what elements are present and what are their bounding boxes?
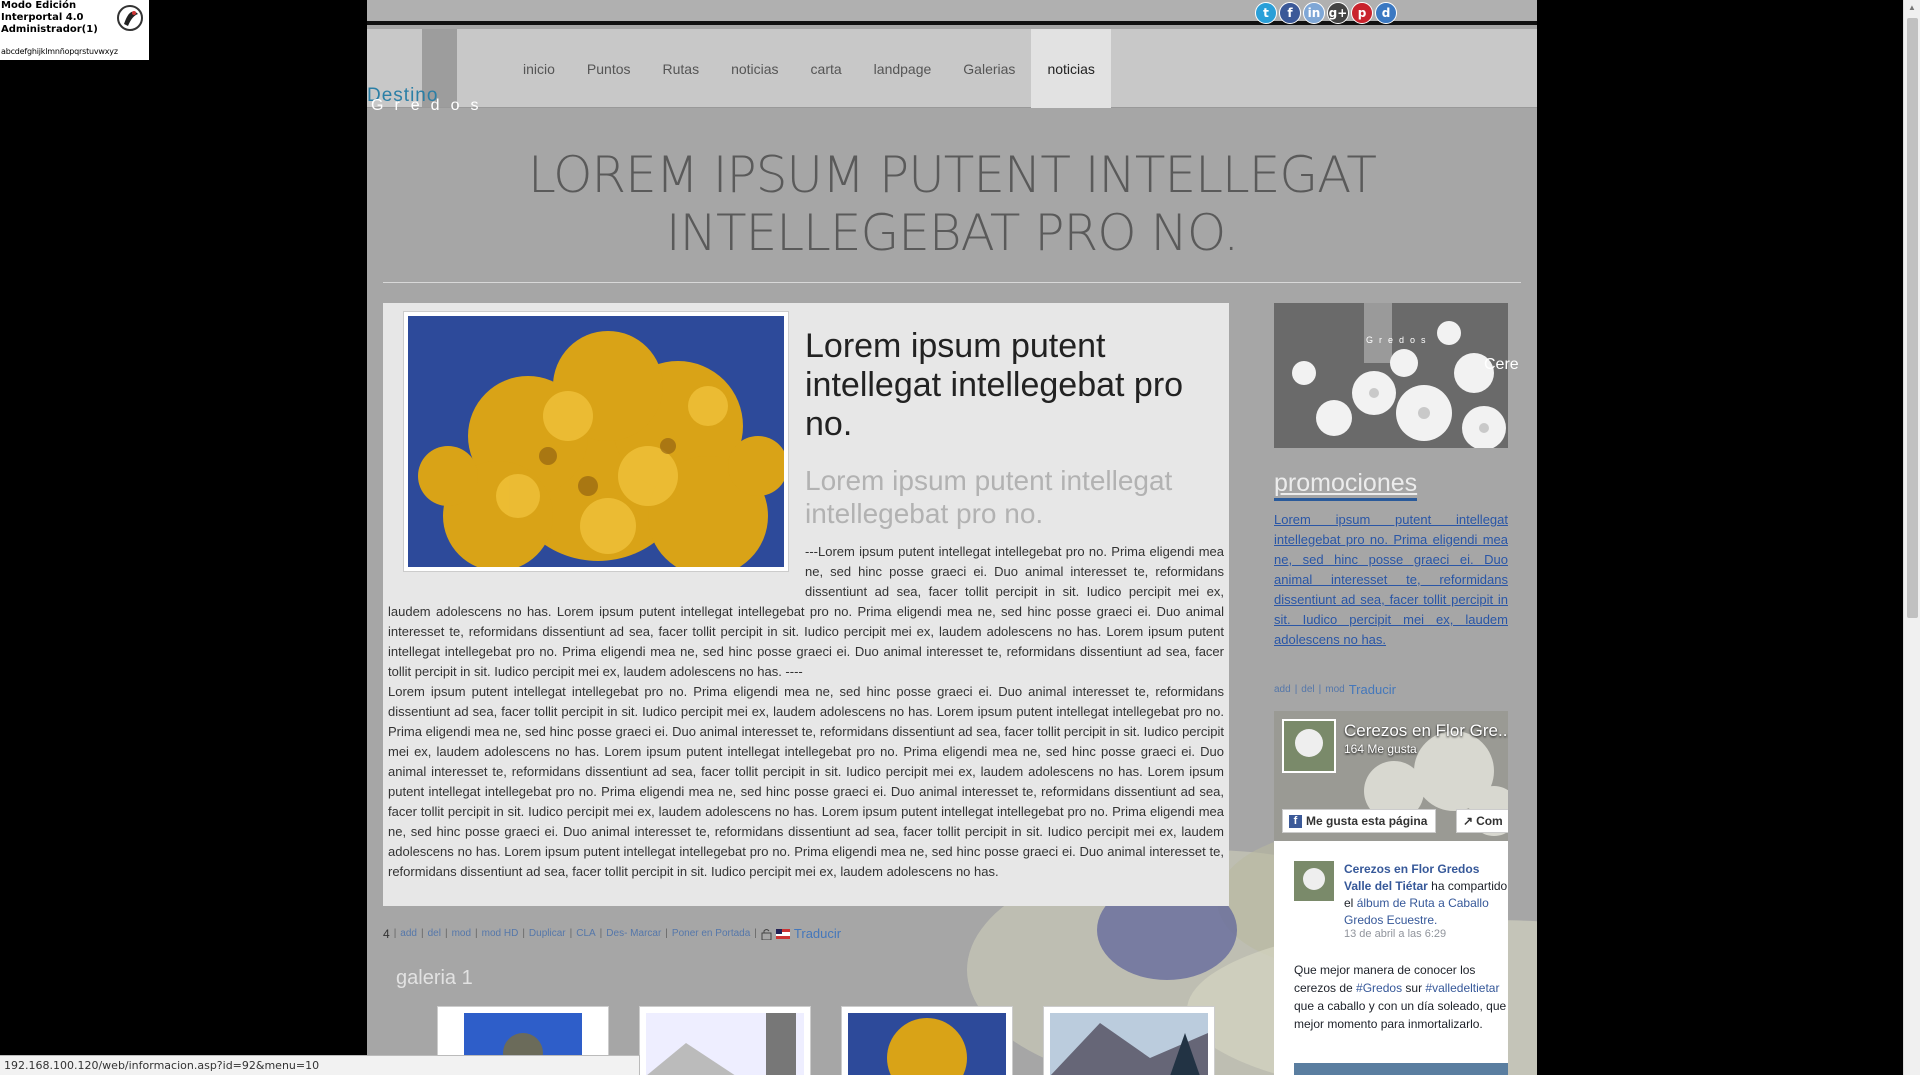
gallery-title: galeria 1 [396, 967, 473, 989]
tool-duplicar-link[interactable]: Duplicar [529, 928, 566, 939]
fb-post-avatar[interactable] [1294, 861, 1334, 901]
fb-share-button[interactable]: ↗ Com [1456, 809, 1508, 833]
fb-hashtag-valledeltietar[interactable]: #valledeltietar [1425, 981, 1499, 995]
gallery-thumb-2[interactable] [639, 1006, 811, 1075]
fb-post-text: Que mejor manera de conocer los cerezos … [1294, 961, 1508, 1033]
cherry-blossom-image: Gredos [1274, 303, 1508, 450]
promo-heading[interactable]: promociones [1274, 468, 1418, 501]
promo-tools: add | del | mod Traducir [1274, 682, 1396, 697]
menu-item-galerias[interactable]: Galerias [947, 29, 1031, 108]
promo-mod-link[interactable]: mod [1325, 684, 1344, 695]
fb-post-date[interactable]: 13 de abril a las 6:29 [1344, 928, 1446, 940]
banner-caption: Cere [1484, 356, 1519, 373]
scroll-up-icon[interactable]: ▲ [1908, 3, 1916, 12]
fb-share-label: Com [1476, 814, 1503, 828]
fb-page-avatar[interactable] [1282, 719, 1336, 773]
gallery-image-4 [1050, 1013, 1208, 1075]
article-image[interactable] [403, 311, 789, 576]
menu-list: inicio Puntos Rutas noticias carta landp… [507, 29, 1111, 108]
gallery-image-2 [646, 1013, 804, 1075]
fb-post-text-2: sur [1402, 981, 1426, 995]
article-tools: 4 | add | del | mod | mod HD | Duplicar | CLA |… [383, 926, 842, 941]
svg-text:Gredos: Gredos [1366, 335, 1432, 345]
twitter-icon[interactable]: t [1255, 2, 1277, 24]
sidebar-banner[interactable]: Gredos Cere [1274, 303, 1519, 450]
share-icon: ↗ [1463, 814, 1474, 828]
article-card: Lorem ipsum putent intellegat intellegeb… [383, 303, 1229, 906]
menu-item-rutas[interactable]: Rutas [647, 29, 716, 108]
promo-translate-link[interactable]: Traducir [1349, 682, 1396, 697]
gallery-thumb-4[interactable] [1043, 1006, 1215, 1075]
tool-modhd-link[interactable]: mod HD [482, 928, 519, 939]
tool-desmarcar-link[interactable]: Des- Marcar [606, 928, 661, 939]
fb-like-count: 164 Me gusta [1344, 742, 1417, 756]
promo-add-link[interactable]: add [1274, 684, 1291, 695]
fb-page-name[interactable]: Cerezos en Flor Gre... [1344, 721, 1508, 741]
image-spacer [388, 542, 805, 602]
alphabet-filter[interactable]: abcdefghijklmnñopqrstuvwxyz [1, 47, 118, 56]
scrollbar-thumb[interactable] [1907, 18, 1918, 618]
top-bar: t f in g+ p d [367, 0, 1537, 25]
facebook-widget: Cerezos en Flor Gre... 164 Me gusta f Me… [1274, 711, 1508, 1075]
googleplus-icon[interactable]: g+ [1327, 2, 1349, 24]
article-paragraph-2: Lorem ipsum putent intellegat intellegeb… [388, 684, 1224, 879]
article-heading: Lorem ipsum putent intellegat intellegeb… [805, 327, 1184, 443]
promo-text[interactable]: Lorem ipsum putent intellegat intellegeb… [1274, 510, 1508, 650]
flag-icon [775, 928, 790, 939]
fb-like-button[interactable]: f Me gusta esta página [1282, 809, 1436, 833]
autumn-tree-image [408, 316, 788, 576]
gallery-image-3 [848, 1013, 1006, 1075]
tool-add-link[interactable]: add [400, 928, 417, 939]
menu-item-landpage[interactable]: landpage [858, 29, 948, 108]
fb-hashtag-gredos[interactable]: #Gredos [1356, 981, 1402, 995]
tool-cla-link[interactable]: CLA [576, 928, 595, 939]
tool-portada-link[interactable]: Poner en Portada [672, 928, 750, 939]
gallery-thumb-3[interactable] [841, 1006, 1013, 1075]
article-subheading: Lorem ipsum putent intellegat intellegeb… [805, 465, 1173, 529]
fb-like-label: Me gusta esta página [1306, 814, 1428, 828]
main-nav: Destino Gredos inicio Puntos Rutas notic… [367, 29, 1537, 114]
logo-word-gredos: Gredos [371, 97, 490, 114]
promo-del-link[interactable]: del [1301, 684, 1314, 695]
menu-item-noticias[interactable]: noticias [715, 29, 794, 108]
status-bar-url: 192.168.100.120/web/informacion.asp?id=9… [0, 1055, 640, 1075]
fb-post-album-link[interactable]: álbum de Ruta a Caballo Gredos Ecuestre. [1344, 896, 1489, 927]
social-links: t f in g+ p d [1255, 2, 1397, 24]
facebook-icon[interactable]: f [1279, 2, 1301, 24]
linkedin-icon[interactable]: in [1303, 2, 1325, 24]
facebook-small-icon: f [1289, 814, 1302, 828]
article-body: ---Lorem ipsum putent intellegat intelle… [388, 542, 1224, 882]
admin-panel: Modo Edición Interportal 4.0 Administrad… [0, 0, 149, 60]
menu-item-puntos[interactable]: Puntos [571, 29, 647, 108]
fb-post-image[interactable] [1294, 1063, 1508, 1075]
menu-item-noticias-active[interactable]: noticias [1031, 29, 1111, 108]
menu-item-carta[interactable]: carta [795, 29, 858, 108]
menu-item-inicio[interactable]: inicio [507, 29, 571, 108]
tool-del-link[interactable]: del [428, 928, 441, 939]
translate-link[interactable]: Traducir [794, 926, 841, 941]
delicious-icon[interactable]: d [1375, 2, 1397, 24]
article-count: 4 [383, 926, 390, 941]
fb-post-header: Cerezos en Flor Gredos Valle del Tiétar … [1344, 861, 1508, 929]
page-container: t f in g+ p d Destino Gredos inicio Punt… [367, 0, 1537, 1075]
pinterest-icon[interactable]: p [1351, 2, 1373, 24]
site-logo[interactable]: Destino Gredos [367, 29, 527, 114]
fb-post-text-3: que a caballo y con un día soleado, que … [1294, 999, 1507, 1031]
vertical-scrollbar[interactable]: ▲ [1903, 0, 1920, 1075]
page-title: LOREM IPSUM PUTENT INTELLEGAT INTELLEGEB… [528, 146, 1377, 262]
interportal-logo-icon[interactable] [116, 4, 144, 32]
lock-icon[interactable] [761, 928, 772, 940]
title-divider [383, 282, 1521, 283]
tool-mod-link[interactable]: mod [452, 928, 471, 939]
fb-avatar-image [1284, 721, 1334, 771]
